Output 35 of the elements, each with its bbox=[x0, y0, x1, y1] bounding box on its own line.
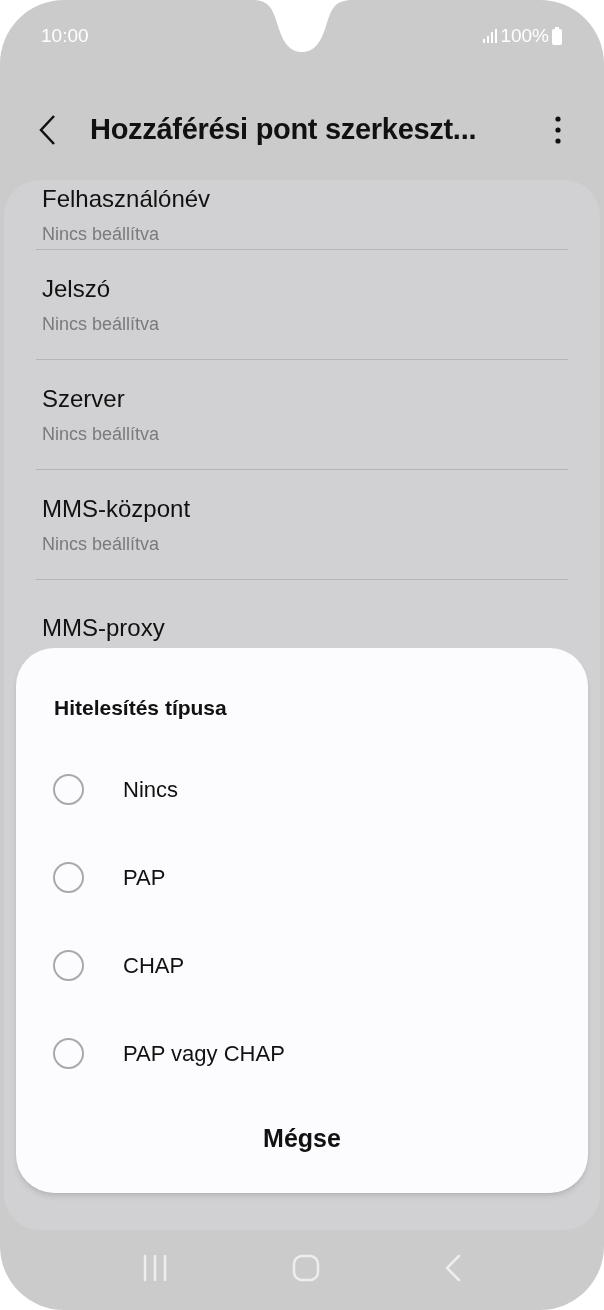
option-label: PAP vagy CHAP bbox=[123, 1040, 285, 1068]
setting-item[interactable]: Jelszó Nincs beállítva bbox=[36, 250, 568, 360]
setting-title: Felhasználónév bbox=[41, 184, 212, 214]
back-nav-button[interactable] bbox=[444, 1254, 462, 1282]
setting-value: Nincs beállítva bbox=[41, 313, 161, 336]
recent-apps-button[interactable] bbox=[142, 1254, 168, 1282]
battery-icon bbox=[551, 27, 563, 45]
radio-option[interactable]: PAP bbox=[16, 833, 588, 922]
radio-button[interactable] bbox=[53, 1038, 84, 1069]
dialog-title: Hitelesítés típusa bbox=[53, 695, 228, 721]
setting-item[interactable]: Felhasználónév Nincs beállítva bbox=[36, 180, 568, 250]
setting-value: Nincs beállítva bbox=[41, 223, 161, 246]
radio-button[interactable] bbox=[53, 774, 84, 805]
option-label: Nincs bbox=[123, 776, 178, 804]
signal-icon bbox=[482, 28, 499, 44]
more-options-button[interactable] bbox=[552, 114, 564, 146]
setting-value: Nincs beállítva bbox=[41, 533, 161, 556]
setting-item[interactable]: MMS-proxy bbox=[36, 580, 568, 646]
radio-option[interactable]: Nincs bbox=[16, 745, 588, 834]
setting-title: Szerver bbox=[41, 384, 126, 414]
option-label: PAP bbox=[123, 864, 166, 892]
setting-item[interactable]: Szerver Nincs beállítva bbox=[36, 360, 568, 470]
setting-title: Jelszó bbox=[41, 274, 112, 304]
setting-item[interactable]: MMS-központ Nincs beállítva bbox=[36, 470, 568, 580]
home-button[interactable] bbox=[292, 1254, 320, 1282]
radio-button[interactable] bbox=[53, 950, 84, 981]
setting-title: MMS-központ bbox=[41, 494, 192, 524]
option-label: CHAP bbox=[123, 952, 185, 980]
page-title: Hozzáférési pont szerkeszt... bbox=[90, 112, 477, 148]
cancel-button[interactable]: Mégse bbox=[253, 1119, 351, 1157]
radio-option[interactable]: PAP vagy CHAP bbox=[16, 1009, 588, 1098]
radio-button[interactable] bbox=[53, 862, 84, 893]
setting-value: Nincs beállítva bbox=[41, 423, 161, 446]
setting-title: MMS-proxy bbox=[41, 613, 166, 643]
radio-option[interactable]: CHAP bbox=[16, 921, 588, 1010]
